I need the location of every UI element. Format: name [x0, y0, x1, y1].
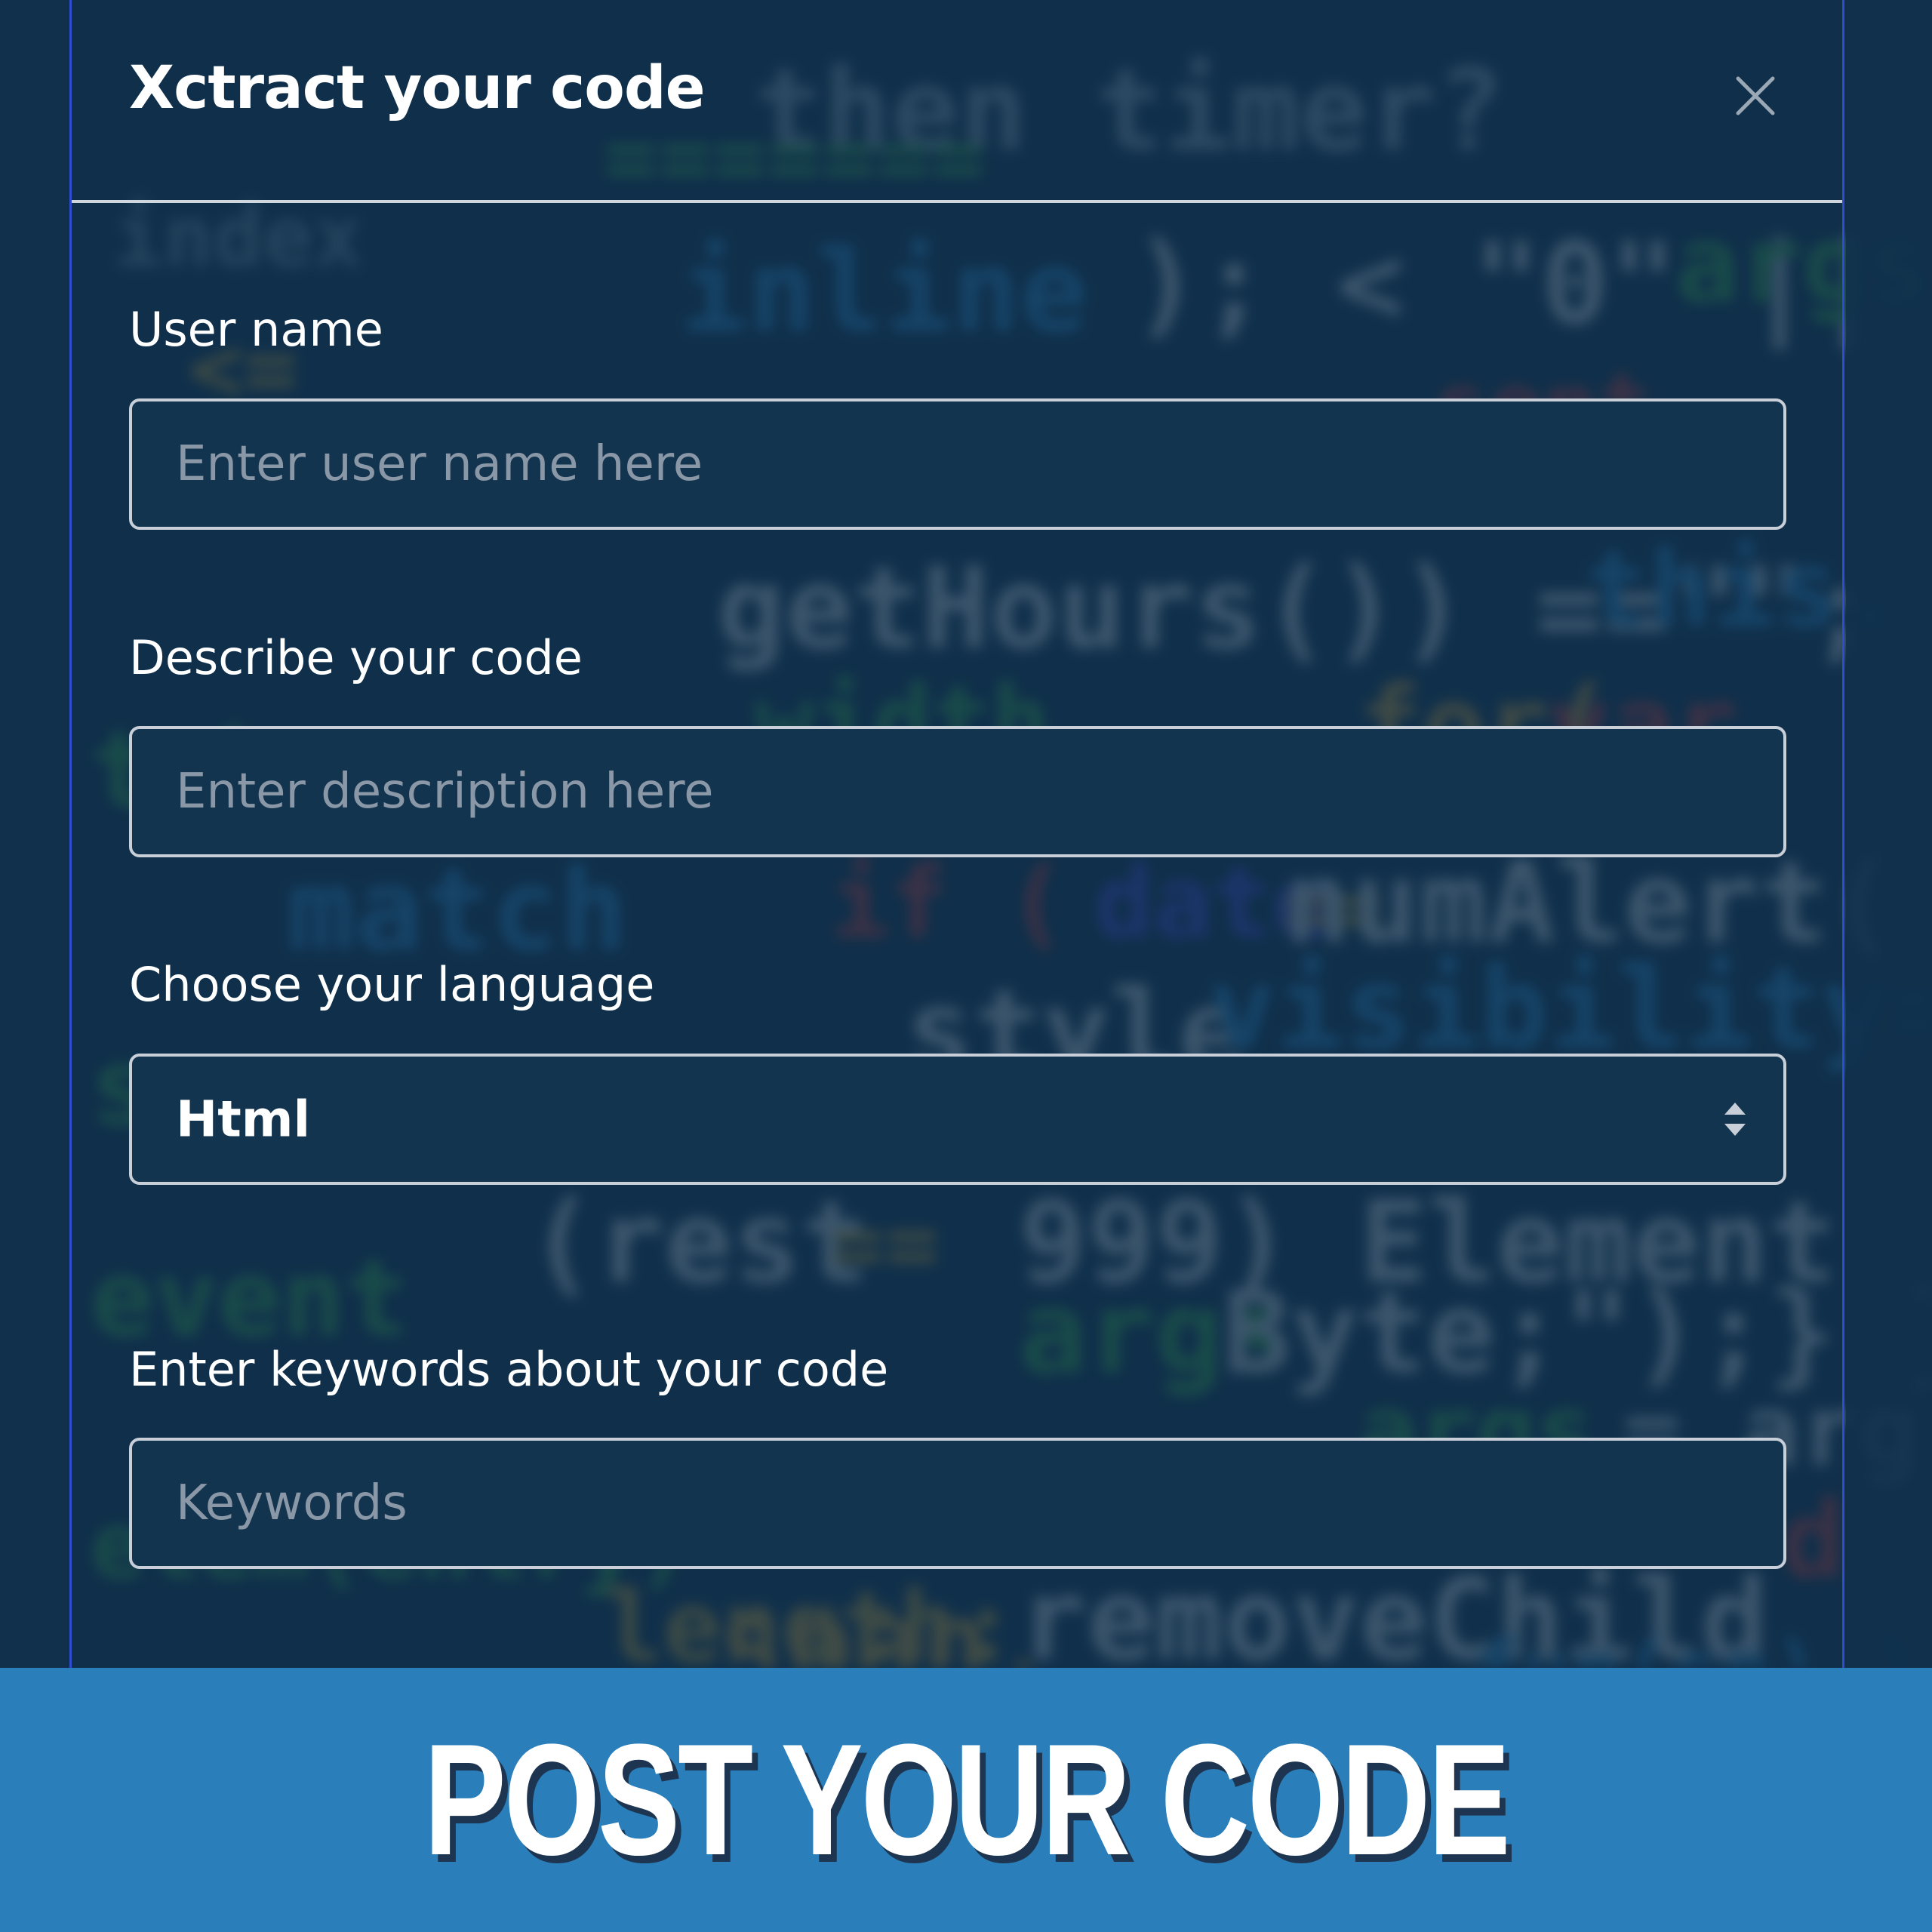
header-divider: [72, 200, 1842, 203]
description-label: Describe your code: [129, 630, 583, 685]
modal-title: Xctract your code: [129, 54, 706, 122]
screen: then timer? ======= index inline ); < "0…: [0, 0, 1932, 1932]
language-label: Choose your language: [129, 957, 655, 1012]
promo-banner: POST YOUR CODE: [0, 1668, 1932, 1932]
description-input[interactable]: [132, 729, 1783, 854]
close-button[interactable]: [1729, 69, 1782, 122]
description-field-box: [129, 726, 1786, 857]
page-margin-right: [1846, 0, 1932, 1668]
username-input[interactable]: [132, 401, 1783, 527]
code-submission-modal: Xctract your code User name Describe you…: [69, 0, 1844, 1668]
language-select[interactable]: Html: [129, 1054, 1786, 1185]
username-field-box: [129, 398, 1786, 530]
select-arrows-icon: [1724, 1103, 1746, 1136]
keywords-input[interactable]: [132, 1441, 1783, 1566]
page-margin-left: [0, 0, 69, 1668]
close-icon: [1736, 76, 1775, 115]
banner-title: POST YOUR CODE: [423, 1711, 1511, 1888]
keywords-field-box: [129, 1438, 1786, 1569]
language-selected-value: Html: [176, 1090, 311, 1149]
keywords-label: Enter keywords about your code: [129, 1342, 889, 1397]
username-label: User name: [129, 302, 383, 357]
